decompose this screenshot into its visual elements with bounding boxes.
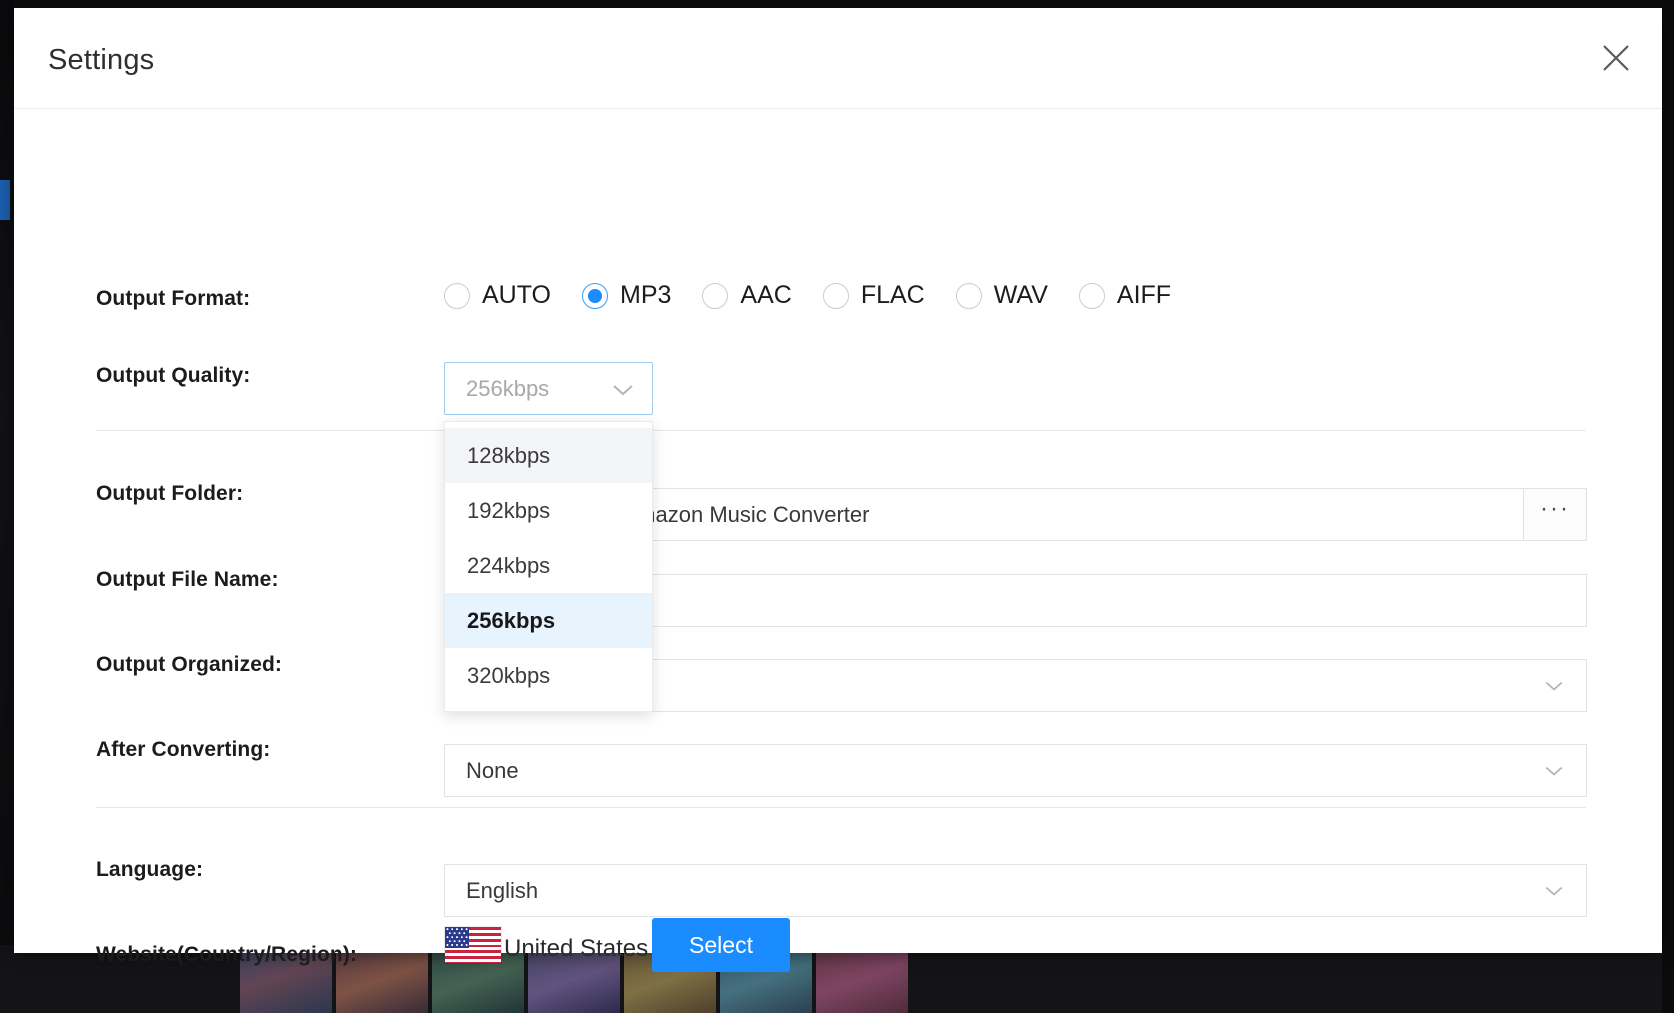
dropdown-option-256kbps[interactable]: 256kbps [445,593,652,648]
us-flag-icon [444,926,502,964]
country-name: United States [504,935,648,963]
page-title: Settings [48,44,154,77]
chevron-down-icon [1544,680,1564,692]
browse-folder-button[interactable]: ··· [1523,488,1587,541]
radio-option-flac[interactable]: FLAC [823,281,925,310]
select-region-button[interactable]: Select [652,918,790,972]
chevron-down-icon [1544,885,1564,897]
radio-label: MP3 [620,281,671,310]
radio-label: AAC [740,281,791,310]
dialog-body: Output Format: AUTO MP3 AAC FLAC WAV [14,109,1662,953]
section-divider [96,430,1586,431]
radio-label: AIFF [1117,281,1171,310]
radio-option-mp3[interactable]: MP3 [582,281,671,310]
after-converting-select[interactable]: None [444,744,1587,797]
language-select[interactable]: English [444,864,1587,917]
label-after-converting: After Converting: [96,738,270,762]
chevron-down-icon [612,383,634,397]
radio-option-aiff[interactable]: AIFF [1079,281,1171,310]
language-value: English [445,878,538,904]
radio-circle-icon [823,283,849,309]
radio-option-aac[interactable]: AAC [702,281,791,310]
radio-label: FLAC [861,281,925,310]
dropdown-option-128kbps[interactable]: 128kbps [445,428,652,483]
backdrop-left-strip [0,0,14,1013]
close-icon [1599,41,1633,75]
label-output-organized: Output Organized: [96,653,282,677]
output-format-radio-group: AUTO MP3 AAC FLAC WAV AIFF [444,281,1171,310]
radio-circle-selected-icon [582,283,608,309]
output-quality-value: 256kbps [445,376,549,402]
radio-circle-icon [702,283,728,309]
backdrop-accent-marker [0,180,10,220]
radio-label: WAV [994,281,1048,310]
label-language: Language: [96,858,203,882]
radio-option-auto[interactable]: AUTO [444,281,551,310]
label-output-format: Output Format: [96,287,250,311]
dropdown-option-192kbps[interactable]: 192kbps [445,483,652,538]
flag-canton [445,927,469,948]
dropdown-option-224kbps[interactable]: 224kbps [445,538,652,593]
output-quality-dropdown: 128kbps 192kbps 224kbps 256kbps 320kbps [444,421,653,712]
backdrop-thumbnail [816,945,908,1013]
radio-circle-icon [1079,283,1105,309]
label-output-file-name: Output File Name: [96,568,279,592]
dialog-titlebar: Settings [14,8,1662,109]
radio-circle-icon [444,283,470,309]
settings-dialog: Settings Output Format: AUTO MP3 AAC [14,8,1662,953]
radio-option-wav[interactable]: WAV [956,281,1048,310]
section-divider [96,807,1586,808]
ellipsis-icon: ··· [1540,504,1570,514]
label-website-region: Website(Country/Region): [96,943,357,967]
close-button[interactable] [1592,34,1640,82]
backdrop-right-strip [1662,0,1674,1013]
label-output-quality: Output Quality: [96,364,250,388]
output-quality-select[interactable]: 256kbps [444,362,653,415]
radio-label: AUTO [482,281,551,310]
after-converting-value: None [445,758,519,784]
radio-circle-icon [956,283,982,309]
chevron-down-icon [1544,765,1564,777]
label-output-folder: Output Folder: [96,482,243,506]
dropdown-option-320kbps[interactable]: 320kbps [445,648,652,703]
